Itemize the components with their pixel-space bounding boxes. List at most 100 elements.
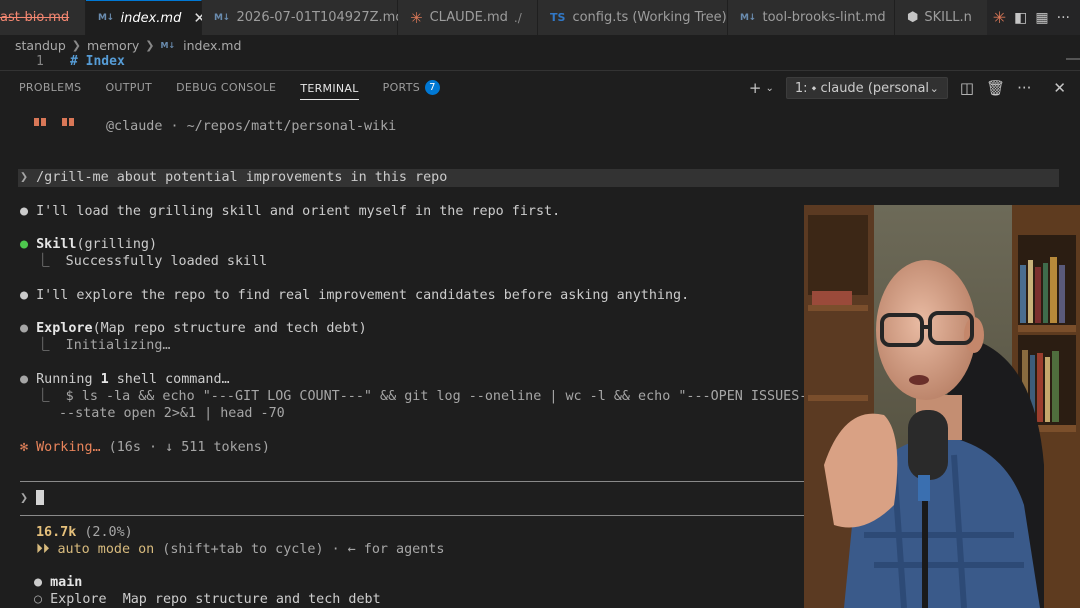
webcam-photo [804,205,1080,608]
tab-index-md[interactable]: M↓ index.md ✕ [86,0,206,35]
new-terminal-icon[interactable]: + [749,79,762,97]
tool-status-text: Initializing… [65,338,171,353]
chevron-down-icon[interactable]: ⌄ [765,83,773,94]
claude-icon: ✳ [410,8,423,27]
editor-line[interactable]: 1 # Index [0,54,1080,70]
terminal-select[interactable]: 1: ⬩ claude (personal-w ⌄ [785,77,948,99]
token-percent: (2.0%) [76,525,133,540]
tab-output[interactable]: OUTPUT [105,71,152,105]
agent-main[interactable]: ● main [34,574,82,591]
prompt-line: ❯ /grill-me about potential improvements… [20,169,447,186]
spinner-icon: ✻ [20,440,37,455]
token-count: 16.7k [36,525,77,540]
tool-result: ⎿ Successfully loaded skill [20,253,267,270]
terminal-select-label: 1: ⬩ claude (personal-w [794,80,929,96]
panel-actions: + ⌄ 1: ⬩ claude (personal-w ⌄ ◫ 🗑 ··· ✕ [749,71,1080,105]
panel-header: PROBLEMS OUTPUT DEBUG CONSOLE TERMINAL P… [0,70,1080,104]
markdown-icon: M↓ [214,12,230,23]
tab-problems[interactable]: PROBLEMS [19,71,81,105]
chevron-right-icon: ❯ [20,491,37,506]
tool-name: Skill [36,237,77,252]
tab-suffix: ./ [513,10,522,25]
tab-ast-bio[interactable]: ast-bio.md [0,0,86,35]
tab-terminal[interactable]: TERMINAL [300,78,359,100]
branch-name: main [50,575,83,590]
mode-status: ⏵⏵ auto mode on (shift+tab to cycle) · ←… [36,541,444,558]
more-actions-icon[interactable]: ··· [1057,10,1070,26]
branch-icon: ⎿ [20,338,66,353]
trash-icon[interactable]: 🗑 [986,79,1005,97]
tool-arg: (Map repo structure and tech debt) [92,321,367,336]
tab-ports[interactable]: PORTS 7 [383,71,440,105]
shell-command-text: $ ls -la && echo "---GIT LOG COUNT---" &… [65,389,832,404]
prompt-command: /grill-me about potential improvements i… [36,170,448,185]
input-prompt[interactable]: ❯ [20,490,45,507]
split-terminal-icon[interactable]: ◫ [960,79,974,97]
working-stats: (16s · ↓ 511 tokens) [100,440,270,455]
working-label: Working… [36,440,101,455]
tab-skill[interactable]: ⬢ SKILL.n [895,0,995,35]
tab-journal[interactable]: M↓ 2026-07-01T104927Z.md [202,0,404,35]
running-suffix: shell command… [108,372,230,387]
text-cursor [36,490,45,505]
markdown-icon: M↓ [160,41,176,50]
tab-label: ast-bio.md [0,10,70,25]
chevron-right-icon: ❯ [20,170,37,185]
chevron-down-icon: ⌄ [929,81,939,95]
tool-result-text: Successfully loaded skill [65,254,268,269]
code-line[interactable]: # Index [70,54,125,69]
markdown-icon: M↓ [98,13,114,23]
message-line: ● I'll load the grilling skill and orien… [20,203,560,220]
chevron-right-icon: ❯ [71,39,82,52]
typescript-icon: TS [550,11,566,24]
breadcrumb-item[interactable]: index.md [183,38,241,53]
shell-command-cont: --state open 2>&1 | head -70 [59,406,285,421]
gear-icon: ⬢ [907,10,919,25]
tab-claude-md[interactable]: ✳ CLAUDE.md ./ [398,0,538,35]
running-label: Running [36,372,101,387]
editor-tab-bar: ast-bio.md M↓ index.md ✕ M↓ 2026-07-01T1… [0,0,1080,35]
message-line: ● I'll explore the repo to find real imp… [20,287,689,304]
tool-call-shell: ● Running 1 shell command… [20,371,230,388]
tool-status: ⎿ Initializing… [20,337,170,354]
more-actions-icon[interactable]: ··· [1017,79,1031,97]
tab-debug-console[interactable]: DEBUG CONSOLE [176,71,276,105]
divider [20,481,804,482]
tab-config-ts[interactable]: TS config.ts (Working Tree) [538,0,728,35]
agent-task[interactable]: ○ Explore Map repo structure and tech de… [34,591,381,608]
running-count: 1 [100,372,109,387]
scrollbar-marker [1066,58,1080,60]
close-icon[interactable]: ✕ [1053,79,1066,97]
message-text: I'll explore the repo to find real impro… [36,288,690,303]
claude-logo-icon [34,118,78,128]
markdown-icon: M↓ [740,12,756,23]
line-number: 1 [36,54,44,69]
breadcrumb: standup ❯ memory ❯ M↓ index.md [0,35,1080,56]
branch-icon: ⎿ [20,254,66,269]
task-label: Explore [50,592,107,607]
tool-call-skill: ● Skill(grilling) [20,236,157,253]
breadcrumb-item[interactable]: standup [15,38,66,53]
session-header: @claude · ~/repos/matt/personal-wiki [106,119,397,134]
tab-label: SKILL.n [924,10,972,25]
mode-label: auto mode on [57,542,155,557]
success-dot-icon: ● [20,237,37,252]
bullet-icon: ● [34,575,51,590]
branch-icon: ⎿ [20,389,66,404]
tool-call-explore: ● Explore(Map repo structure and tech de… [20,320,367,337]
message-text: I'll load the grilling skill and orient … [36,204,561,219]
open-preview-icon[interactable]: ◧ [1014,10,1027,26]
split-editor-icon[interactable]: ▦ [1035,10,1048,26]
tab-tool-brooks-lint[interactable]: M↓ tool-brooks-lint.md [728,0,895,35]
tool-name: Explore [36,321,93,336]
fast-forward-icon: ⏵⏵ [36,542,58,557]
tab-label: PORTS [382,81,420,94]
claude-icon[interactable]: ✳ [993,8,1006,27]
chevron-right-icon: ❯ [145,39,155,52]
breadcrumb-item[interactable]: memory [87,38,139,53]
tab-label: CLAUDE.md [429,10,508,25]
pending-dot-icon: ● [20,321,37,336]
ports-badge: 7 [425,80,440,95]
task-desc: Map repo structure and tech debt [122,592,381,607]
tab-label: 2026-07-01T104927Z.md [236,10,404,25]
